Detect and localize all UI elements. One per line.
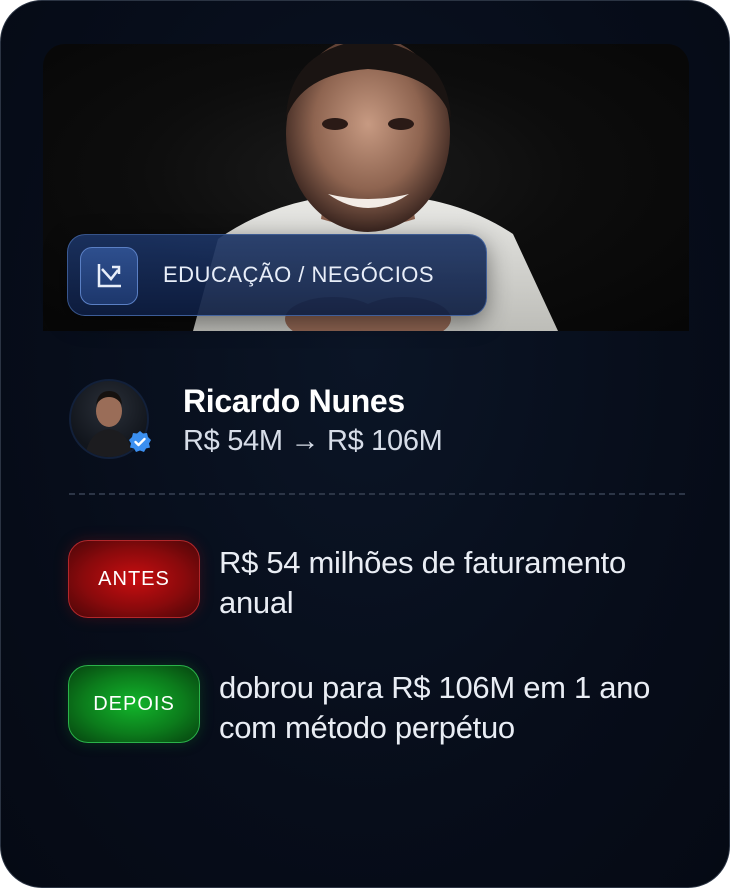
divider — [69, 493, 685, 495]
before-tag: ANTES — [68, 540, 200, 618]
profile-growth: R$ 54M → R$ 106M — [183, 425, 443, 457]
chart-growth-icon — [80, 247, 138, 305]
after-tag: DEPOIS — [68, 665, 200, 743]
before-description: R$ 54 milhões de faturamento anual — [219, 545, 626, 620]
profile-name: Ricardo Nunes — [183, 383, 405, 419]
verified-icon — [129, 431, 151, 452]
after-description: dobrou para R$ 106M em 1 ano com método … — [219, 670, 651, 745]
category-label: EDUCAÇÃO / NEGÓCIOS — [163, 262, 435, 287]
category-badge: EDUCAÇÃO / NEGÓCIOS — [67, 234, 487, 316]
testimonial-card: EDUCAÇÃO / NEGÓCIOS Ricardo Nunes R$ 54M… — [0, 0, 730, 888]
